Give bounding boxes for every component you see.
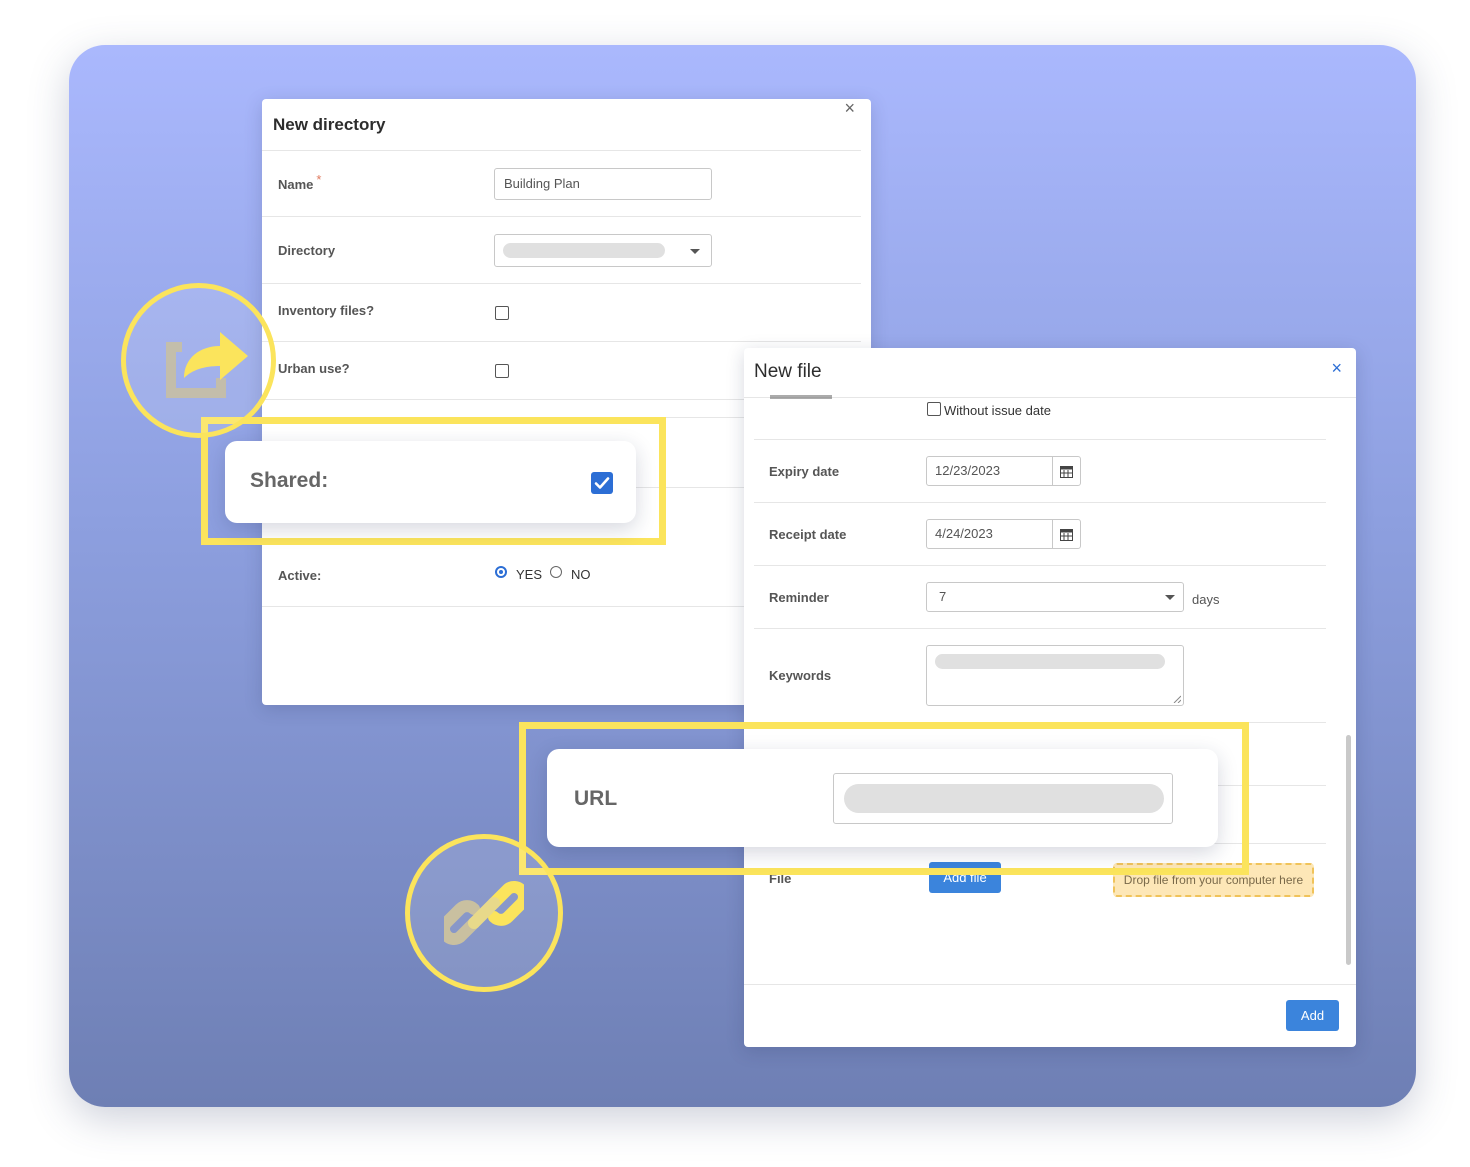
link-icon-circle [405, 834, 563, 992]
link-icon [444, 881, 524, 945]
url-label: URL [574, 787, 618, 810]
receipt-value: 4/24/2023 [935, 526, 993, 541]
reminder-label: Reminder [769, 590, 829, 605]
inventory-label: Inventory files? [278, 303, 375, 318]
reminder-value: 7 [939, 589, 947, 604]
reminder-select[interactable]: 7 [926, 582, 1184, 612]
divider [262, 283, 861, 284]
active-no-radio[interactable] [550, 566, 562, 578]
divider [262, 341, 861, 342]
active-no-label: NO [571, 567, 591, 582]
without-issue-date-checkbox[interactable] [927, 402, 941, 416]
name-label: Name * [278, 172, 322, 192]
close-icon[interactable]: × [844, 99, 855, 117]
divider [262, 606, 762, 607]
share-icon-circle [121, 283, 276, 438]
placeholder-bar [935, 654, 1165, 669]
chevron-down-icon [690, 249, 700, 254]
new-file-dialog: New file × Without issue date Expiry dat… [744, 348, 1356, 1047]
urban-label: Urban use? [278, 361, 350, 376]
active-label: Active: [278, 568, 322, 583]
active-yes-label: YES [516, 567, 543, 582]
url-callout-card: URL [547, 749, 1218, 847]
chevron-down-icon [1165, 595, 1175, 600]
url-input[interactable] [833, 773, 1173, 824]
directory-label: Directory [278, 243, 336, 258]
divider [754, 628, 1326, 629]
divider [262, 216, 861, 217]
receipt-label: Receipt date [769, 527, 847, 542]
share-icon [166, 332, 248, 398]
expiry-label: Expiry date [769, 464, 840, 479]
placeholder-bar [503, 243, 665, 258]
name-input[interactable]: Building Plan [494, 168, 712, 200]
divider [754, 502, 1326, 503]
divider [754, 565, 1326, 566]
inventory-checkbox[interactable] [495, 306, 509, 320]
divider [262, 150, 861, 151]
reminder-unit: days [1192, 592, 1220, 607]
active-yes-radio[interactable] [495, 566, 507, 578]
calendar-icon[interactable] [1052, 457, 1080, 485]
expiry-value: 12/23/2023 [935, 463, 1001, 478]
resize-handle-icon[interactable] [1173, 695, 1181, 703]
background-canvas: New directory × Name * Building Plan Dire… [69, 45, 1416, 1107]
dialog-title: New file [754, 361, 822, 382]
urban-checkbox[interactable] [495, 364, 509, 378]
divider [744, 984, 1356, 985]
expiry-input[interactable]: 12/23/2023 [926, 456, 1081, 486]
shared-callout-card: Shared: [225, 441, 636, 523]
cut-off-label [770, 395, 832, 399]
directory-select[interactable] [494, 234, 712, 267]
keywords-textarea[interactable] [926, 645, 1184, 706]
receipt-input[interactable]: 4/24/2023 [926, 519, 1081, 549]
dialog-title: New directory [273, 115, 386, 134]
add-button[interactable]: Add [1286, 1000, 1339, 1031]
shared-label: Shared: [250, 469, 329, 492]
keywords-label: Keywords [769, 668, 832, 683]
without-issue-date-label: Without issue date [944, 403, 1051, 418]
calendar-icon[interactable] [1052, 520, 1080, 548]
shared-checkbox[interactable] [591, 472, 613, 494]
checkmark-icon [594, 477, 610, 489]
scrollbar[interactable] [1346, 735, 1351, 965]
divider [754, 439, 1326, 440]
divider [744, 397, 1356, 398]
placeholder-bar [844, 784, 1164, 813]
close-icon[interactable]: × [1331, 358, 1342, 379]
